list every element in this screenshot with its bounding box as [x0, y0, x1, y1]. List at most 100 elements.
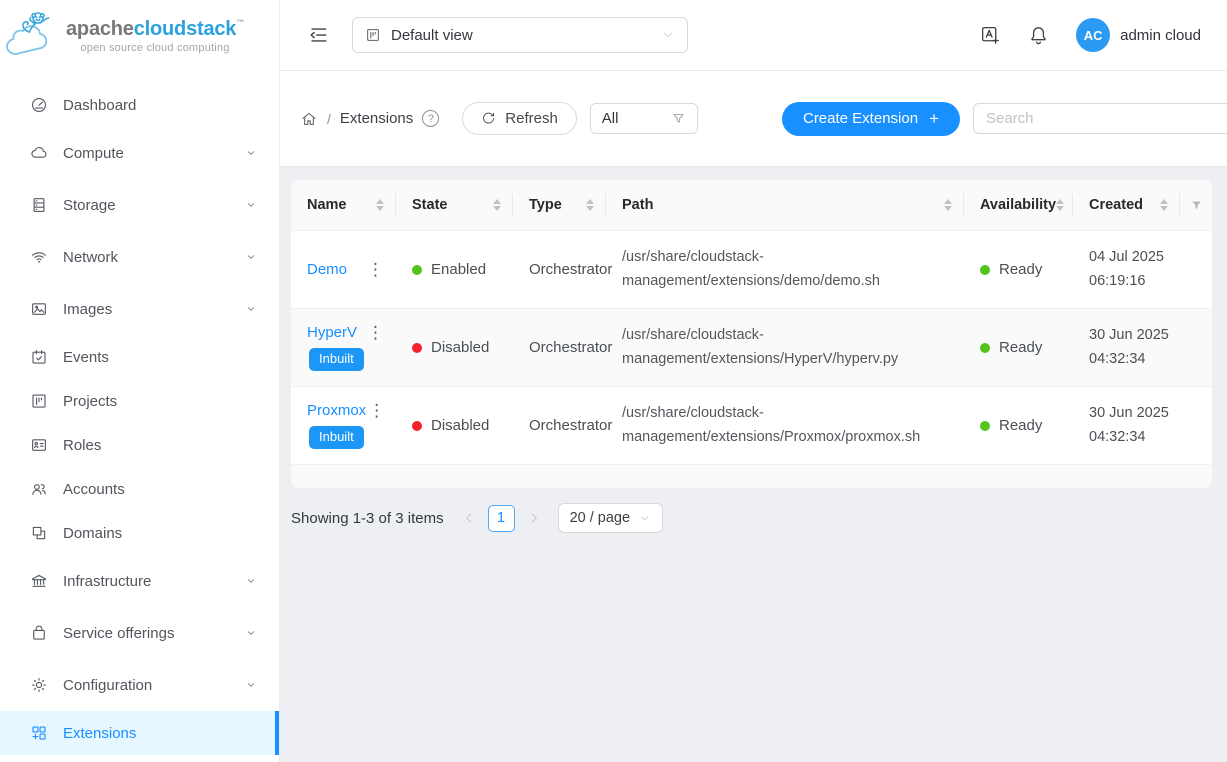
- logo-apache: apache: [66, 18, 134, 40]
- chevron-down-icon: [661, 28, 675, 42]
- sidebar-item-events[interactable]: Events: [0, 335, 279, 379]
- filter-select[interactable]: All: [590, 103, 698, 134]
- user-avatar[interactable]: AC: [1076, 18, 1110, 52]
- status-dot: [980, 421, 990, 431]
- column-label: Name: [307, 197, 347, 213]
- filter-select-value: All: [602, 110, 671, 127]
- sidebar-item-domains[interactable]: Domains: [0, 511, 279, 555]
- created-value: 30 Jun 2025 04:32:34: [1089, 402, 1174, 448]
- extension-link[interactable]: Demo: [307, 261, 347, 278]
- sidebar-item-label: Network: [63, 249, 245, 266]
- refresh-button[interactable]: Refresh: [462, 102, 577, 135]
- column-header-state[interactable]: State: [396, 180, 513, 230]
- sidebar-item-configuration[interactable]: Configuration: [0, 659, 279, 711]
- refresh-label: Refresh: [505, 110, 558, 127]
- sidebar-menu: Dashboard Compute Storage Network Images…: [0, 71, 279, 755]
- pagination-summary: Showing 1-3 of 3 items: [291, 510, 444, 527]
- bell-icon[interactable]: [1028, 25, 1049, 46]
- row-actions-menu-icon[interactable]: ⋮: [365, 324, 386, 341]
- created-value: 30 Jun 2025 04:32:34: [1089, 324, 1174, 370]
- dashboard-icon: [30, 96, 48, 114]
- chevron-down-icon: [638, 512, 651, 525]
- filter-funnel-icon: [1189, 198, 1204, 213]
- view-selector[interactable]: Default view: [352, 17, 688, 53]
- column-label: Path: [622, 197, 653, 213]
- status-dot: [412, 421, 422, 431]
- availability-value: Ready: [999, 261, 1042, 278]
- help-icon[interactable]: ?: [422, 110, 439, 127]
- table-header-row: Name State Type Path Availability: [291, 180, 1212, 230]
- home-icon[interactable]: [300, 110, 318, 128]
- sort-carets-icon: [1056, 199, 1064, 211]
- page-size-value: 20 / page: [570, 510, 630, 526]
- sidebar-item-storage[interactable]: Storage: [0, 179, 279, 231]
- sidebar-item-label: Compute: [63, 145, 245, 162]
- column-header-name[interactable]: Name: [291, 180, 396, 230]
- chevron-down-icon: [245, 303, 257, 315]
- sidebar-item-label: Dashboard: [63, 97, 257, 114]
- sidebar-item-label: Projects: [63, 393, 257, 410]
- sidebar-item-label: Domains: [63, 525, 257, 542]
- state-value: Disabled: [431, 339, 489, 356]
- search-input[interactable]: [973, 103, 1227, 134]
- sort-carets-icon: [586, 199, 594, 211]
- page-size-select[interactable]: 20 / page: [558, 503, 663, 533]
- chevron-right-icon[interactable]: [527, 511, 541, 525]
- chevron-left-icon[interactable]: [462, 511, 476, 525]
- sidebar-item-label: Service offerings: [63, 625, 245, 642]
- page-number: 1: [497, 510, 505, 526]
- sidebar-item-label: Extensions: [63, 725, 257, 742]
- sidebar-item-dashboard[interactable]: Dashboard: [0, 83, 279, 127]
- column-header-availability[interactable]: Availability: [964, 180, 1073, 230]
- created-value: 04 Jul 2025 06:19:16: [1089, 246, 1174, 292]
- extension-link[interactable]: HyperV: [307, 324, 357, 341]
- sidebar-item-compute[interactable]: Compute: [0, 127, 279, 179]
- extension-link[interactable]: Proxmox: [307, 402, 366, 419]
- database-icon: [30, 196, 48, 214]
- row-actions-menu-icon[interactable]: ⋮: [366, 402, 387, 419]
- row-actions-menu-icon[interactable]: ⋮: [365, 261, 386, 278]
- sidebar-item-service-offerings[interactable]: Service offerings: [0, 607, 279, 659]
- idcard-icon: [30, 436, 48, 454]
- create-extension-button[interactable]: Create Extension +: [782, 102, 960, 136]
- sidebar-item-roles[interactable]: Roles: [0, 423, 279, 467]
- status-dot: [980, 265, 990, 275]
- column-label: Created: [1089, 197, 1143, 213]
- column-header-created[interactable]: Created: [1073, 180, 1180, 230]
- pagination: Showing 1-3 of 3 items 1 20 / page: [291, 503, 1212, 533]
- type-value: Orchestrator: [529, 261, 612, 278]
- sidebar-item-network[interactable]: Network: [0, 231, 279, 283]
- sidebar: apachecloudstack™ open source cloud comp…: [0, 0, 280, 762]
- column-label: Availability: [980, 197, 1056, 213]
- sort-carets-icon: [493, 199, 501, 211]
- sidebar-item-label: Events: [63, 349, 257, 366]
- chevron-down-icon: [245, 627, 257, 639]
- bank-icon: [30, 572, 48, 590]
- menu-fold-icon[interactable]: [307, 24, 329, 46]
- user-name[interactable]: admin cloud: [1120, 27, 1201, 44]
- translate-icon[interactable]: [980, 25, 1001, 46]
- table-row: Proxmox ⋮ Inbuilt Disabled Orchestrator …: [291, 386, 1212, 464]
- column-header-path[interactable]: Path: [606, 180, 964, 230]
- cloud-icon: [30, 144, 48, 162]
- toolbar: / Extensions ? Refresh All Create Extens…: [280, 71, 1227, 167]
- page-number-button[interactable]: 1: [488, 505, 515, 532]
- sidebar-item-extensions[interactable]: Extensions: [0, 711, 279, 755]
- picture-icon: [30, 300, 48, 318]
- path-value: /usr/share/cloudstack-management/extensi…: [622, 402, 958, 448]
- sort-carets-icon: [376, 199, 384, 211]
- column-header-type[interactable]: Type: [513, 180, 606, 230]
- sidebar-item-infrastructure[interactable]: Infrastructure: [0, 555, 279, 607]
- sidebar-item-projects[interactable]: Projects: [0, 379, 279, 423]
- team-icon: [30, 480, 48, 498]
- breadcrumb-separator: /: [327, 111, 331, 127]
- chevron-down-icon: [245, 251, 257, 263]
- path-value: /usr/share/cloudstack-management/extensi…: [622, 246, 958, 292]
- sidebar-item-accounts[interactable]: Accounts: [0, 467, 279, 511]
- availability-value: Ready: [999, 417, 1042, 434]
- sidebar-item-label: Accounts: [63, 481, 257, 498]
- column-header-filter[interactable]: [1180, 180, 1212, 230]
- sidebar-item-images[interactable]: Images: [0, 283, 279, 335]
- block-icon: [30, 524, 48, 542]
- create-extension-label: Create Extension: [803, 110, 918, 127]
